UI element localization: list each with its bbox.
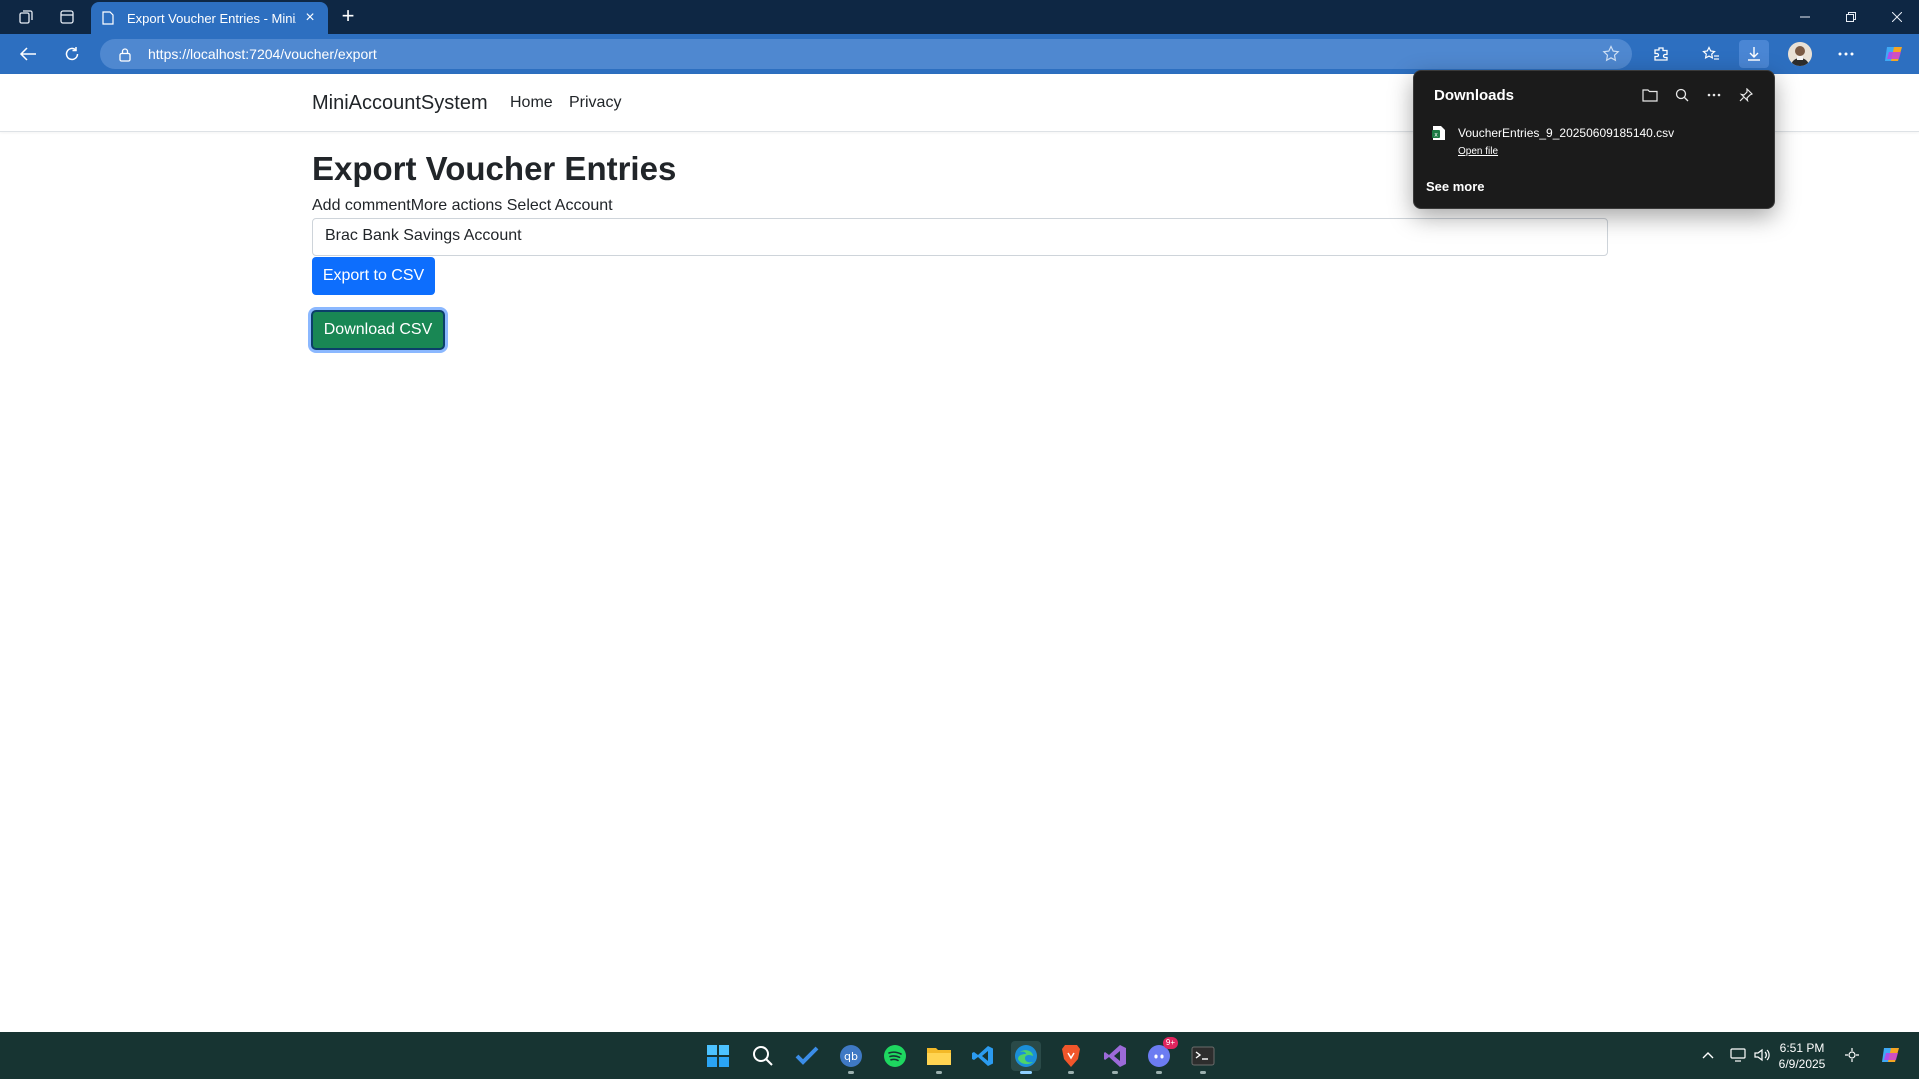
select-account-label: Add commentMore actions Select Account: [312, 197, 613, 214]
todo-icon[interactable]: [792, 1041, 822, 1071]
downloads-icon[interactable]: [1739, 40, 1769, 68]
edge-icon[interactable]: [1011, 1041, 1041, 1074]
see-more-link[interactable]: See more: [1426, 179, 1485, 194]
running-indicator: [1112, 1071, 1118, 1074]
clock-time: 6:51 PM: [1779, 1041, 1825, 1055]
taskbar-clock[interactable]: 6:51 PM 6/9/2025: [1772, 1040, 1832, 1072]
search-icon[interactable]: [1672, 85, 1692, 105]
vscode-icon[interactable]: [968, 1041, 998, 1071]
network-icon[interactable]: [1729, 1046, 1747, 1064]
running-indicator: [1020, 1071, 1032, 1074]
web-page: MiniAccountSystem Home Privacy Export Vo…: [0, 74, 1919, 1032]
qbittorrent-icon[interactable]: qb: [836, 1041, 866, 1074]
excel-file-icon: x: [1432, 125, 1446, 141]
favorite-star-icon[interactable]: [1602, 45, 1620, 63]
tab-active[interactable]: Export Voucher Entries - MiniAcc ×: [91, 2, 328, 34]
minimize-icon[interactable]: [1782, 0, 1828, 34]
notifications-icon[interactable]: [1843, 1046, 1861, 1064]
start-icon[interactable]: [703, 1041, 733, 1071]
running-indicator: [936, 1071, 942, 1074]
visual-studio-icon[interactable]: [1100, 1041, 1130, 1074]
open-folder-icon[interactable]: [1640, 85, 1660, 105]
extensions-icon[interactable]: [1646, 40, 1676, 68]
download-csv-button[interactable]: Download CSV: [311, 310, 445, 350]
brave-icon[interactable]: [1056, 1041, 1086, 1074]
url-text: https://localhost:7204/voucher/export: [148, 46, 377, 62]
restore-icon[interactable]: [1828, 0, 1874, 34]
pin-icon[interactable]: [1736, 85, 1756, 105]
address-bar[interactable]: https://localhost:7204/voucher/export: [100, 39, 1632, 69]
svg-text:qb: qb: [844, 1050, 858, 1063]
downloads-panel: Downloads x VoucherEntries_9_20250609185…: [1413, 70, 1775, 209]
more-options-icon[interactable]: [1831, 40, 1861, 68]
browser-toolbar: https://localhost:7204/voucher/export: [0, 34, 1919, 74]
more-options-icon[interactable]: [1704, 85, 1724, 105]
page-title: Export Voucher Entries: [312, 150, 677, 187]
terminal-icon[interactable]: [1188, 1041, 1218, 1074]
running-indicator: [1200, 1071, 1206, 1074]
running-indicator: [1068, 1071, 1074, 1074]
site-brand[interactable]: MiniAccountSystem: [312, 92, 488, 115]
tab-actions-icon[interactable]: [57, 7, 77, 27]
refresh-icon[interactable]: [57, 40, 87, 68]
download-file-name[interactable]: VoucherEntries_9_20250609185140.csv: [1458, 126, 1674, 140]
favorites-icon[interactable]: [1696, 40, 1726, 68]
running-indicator: [1156, 1071, 1162, 1074]
nav-link-privacy[interactable]: Privacy: [569, 94, 621, 112]
close-window-icon[interactable]: [1874, 0, 1919, 34]
account-select[interactable]: Brac Bank Savings Account: [312, 218, 1608, 256]
clock-date: 6/9/2025: [1778, 1057, 1826, 1071]
back-icon[interactable]: [13, 40, 43, 68]
copilot-icon[interactable]: [1879, 40, 1909, 68]
profile-avatar[interactable]: [1788, 42, 1812, 66]
file-explorer-icon[interactable]: [924, 1041, 954, 1074]
spotify-icon[interactable]: [880, 1041, 910, 1071]
close-tab-icon[interactable]: ×: [302, 9, 318, 26]
discord-icon[interactable]: 9+: [1144, 1037, 1178, 1074]
svg-text:x: x: [1434, 132, 1438, 139]
open-file-link[interactable]: Open file: [1458, 146, 1498, 157]
downloads-title: Downloads: [1434, 87, 1515, 104]
browser-title-bar: Export Voucher Entries - MiniAcc × +: [0, 0, 1919, 34]
running-indicator: [848, 1071, 854, 1074]
show-hidden-icons-icon[interactable]: [1699, 1046, 1717, 1064]
search-icon[interactable]: [748, 1041, 778, 1071]
workspaces-icon[interactable]: [16, 7, 36, 27]
notification-badge: 9+: [1162, 1037, 1178, 1049]
tab-title: Export Voucher Entries - MiniAcc: [127, 10, 296, 26]
lock-icon[interactable]: [118, 46, 134, 62]
copilot-icon[interactable]: [1879, 1046, 1903, 1064]
windows-taskbar: qb 9+ 6:51 PM 6/9/2025: [0, 1032, 1919, 1079]
page-icon: [101, 10, 115, 26]
export-csv-button[interactable]: Export to CSV: [312, 257, 435, 295]
volume-icon[interactable]: [1753, 1046, 1771, 1064]
new-tab-button[interactable]: +: [336, 5, 360, 29]
nav-link-home[interactable]: Home: [510, 94, 553, 112]
